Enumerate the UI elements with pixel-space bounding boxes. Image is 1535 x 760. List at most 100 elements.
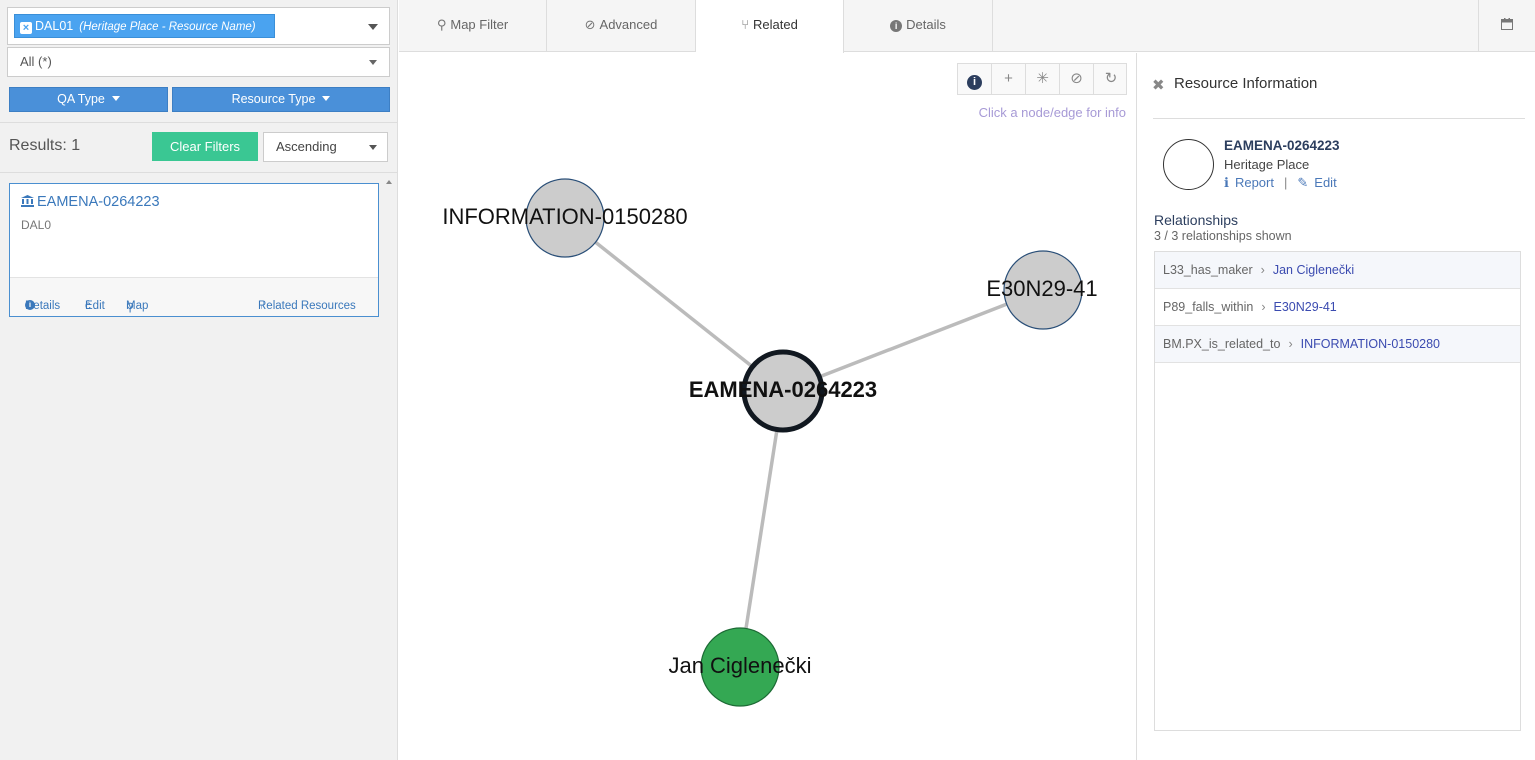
calendar-icon (1501, 18, 1513, 30)
graph-edge[interactable] (738, 390, 785, 668)
search-panel: × DAL01 (Heritage Place - Resource Name) A… (0, 0, 398, 760)
map-link-label: Map (126, 300, 149, 312)
divider (1153, 118, 1525, 119)
chevron-down-icon (369, 145, 377, 150)
divider (0, 122, 398, 123)
info-icon: i (967, 75, 982, 90)
hide-button[interactable]: ⊘ (1060, 64, 1094, 94)
plus-icon: + (1004, 70, 1013, 87)
tab-calendar[interactable] (1478, 0, 1535, 52)
graph-node-label: EAMENA-0264223 (689, 377, 877, 402)
separator: | (1283, 175, 1288, 190)
relationships-count: 3 / 3 relationships shown (1154, 229, 1292, 243)
close-icon[interactable]: ✖ (1152, 76, 1165, 94)
report-link-label: Report (1234, 175, 1274, 190)
result-title-link[interactable]: EAMENA-0264223 (21, 194, 160, 210)
resource-avatar (1163, 139, 1214, 190)
asterisk-icon: ✳ (1036, 70, 1049, 87)
resource-name: EAMENA-0264223 (1224, 138, 1340, 153)
search-token-description: (Heritage Place - Resource Name) (79, 21, 256, 33)
relationship-row[interactable]: L33_has_maker › Jan Ciglenečki (1155, 252, 1520, 289)
branch-icon: ⑂ (741, 17, 749, 32)
refresh-button[interactable]: ↻ (1094, 64, 1128, 94)
graph-edge[interactable] (563, 216, 785, 393)
graph-toolbar: i + ✳ ⊘ ↻ (957, 63, 1127, 95)
details-link-label: Details (25, 300, 61, 312)
tab-advanced[interactable]: ⊘ Advanced (547, 0, 696, 52)
relationship-object-link[interactable]: Jan Ciglenečki (1273, 263, 1354, 277)
graph-edge[interactable] (782, 288, 1044, 393)
resource-type: Heritage Place (1224, 157, 1310, 172)
graph-node-label: INFORMATION-0150280 (442, 204, 687, 229)
chevron-right-icon: › (1261, 300, 1266, 314)
results-count: Results: 1 (9, 137, 81, 154)
resource-type-label: Resource Type (231, 92, 316, 106)
tab-details-label: Details (906, 17, 946, 32)
resource-info-title: Resource Information (1174, 75, 1318, 92)
chevron-right-icon: › (1288, 337, 1293, 351)
tab-map-filter[interactable]: ⚲ Map Filter (399, 0, 547, 52)
qa-type-label: QA Type (57, 92, 105, 106)
result-card-footer: i Details ċ Edit ⚲ Map ⑂ Related Resources (10, 277, 378, 316)
scroll-up-icon[interactable] (386, 180, 392, 184)
report-link[interactable]: ℹ Report (1224, 175, 1274, 190)
relationship-predicate: L33_has_maker (1163, 263, 1253, 277)
chevron-down-icon (369, 60, 377, 65)
relationship-object-link[interactable]: E30N29-41 (1274, 300, 1337, 314)
resource-actions: ℹ Report | ✎ Edit (1224, 175, 1337, 191)
relationship-predicate: BM.PX_is_related_to (1163, 337, 1281, 351)
resource-type-button[interactable]: Resource Type (172, 87, 390, 112)
check-circle-icon: ⊘ (584, 17, 596, 32)
results-scrollbar[interactable] (381, 175, 397, 760)
graph-canvas[interactable]: INFORMATION-0150280 E30N29-41 Jan Ciglen… (399, 53, 1137, 760)
relationship-row[interactable]: P89_falls_within › E30N29-41 (1155, 289, 1520, 326)
info-icon: ℹ (1224, 175, 1229, 190)
tab-advanced-label: Advanced (599, 17, 658, 32)
chevron-right-icon: › (1260, 263, 1265, 277)
relationships-title: Relationships (1154, 212, 1239, 228)
search-input[interactable]: × DAL01 (Heritage Place - Resource Name) (7, 7, 390, 45)
remove-token-icon[interactable]: × (20, 22, 32, 34)
search-token: × DAL01 (Heritage Place - Resource Name) (14, 14, 275, 38)
museum-icon (21, 195, 34, 207)
info-button[interactable]: i (958, 64, 992, 94)
graph-node-label: Jan Ciglenečki (668, 653, 811, 678)
tab-related-label: Related (753, 17, 798, 32)
pencil-icon: ✎ (1297, 175, 1309, 190)
relationships-list: L33_has_maker › Jan Ciglenečki P89_falls_w… (1154, 251, 1521, 731)
relationship-row[interactable]: BM.PX_is_related_to › INFORMATION-0150280 (1155, 326, 1520, 363)
edit-link-label: Edit (85, 300, 105, 312)
chevron-down-icon (322, 96, 331, 101)
resource-info-panel: ✖ Resource Information EAMENA-0264223 He… (1138, 53, 1535, 760)
tab-map-filter-label: Map Filter (450, 17, 509, 32)
graph-node-label: E30N29-41 (986, 276, 1097, 301)
refresh-icon: ↻ (1104, 70, 1118, 87)
chevron-down-icon[interactable] (368, 24, 378, 30)
clear-filters-button[interactable]: Clear Filters (152, 132, 258, 161)
result-card[interactable]: EAMENA-0264223 DAL0 i Details ċ Edit ⚲ Map … (9, 183, 379, 317)
chevron-down-icon (111, 96, 120, 101)
related-graph[interactable]: INFORMATION-0150280 E30N29-41 Jan Ciglen… (399, 53, 1137, 760)
edit-link-label: Edit (1314, 175, 1337, 190)
qa-type-button[interactable]: QA Type (9, 87, 168, 112)
search-token-code: DAL01 (35, 19, 74, 33)
relationship-object-link[interactable]: INFORMATION-0150280 (1301, 337, 1440, 351)
relationship-predicate: P89_falls_within (1163, 300, 1254, 314)
result-title: EAMENA-0264223 (37, 194, 160, 210)
tab-related[interactable]: ⑂ Related (696, 0, 844, 53)
related-resources-label: Related Resources (258, 300, 356, 312)
map-marker-icon: ⚲ (436, 17, 447, 32)
edit-link[interactable]: ✎ Edit (1297, 175, 1336, 190)
scope-select[interactable]: All (*) (7, 47, 390, 77)
scope-select-value: All (*) (20, 54, 52, 69)
info-icon: i (890, 20, 903, 32)
graph-hint: Click a node/edge for info (978, 105, 1126, 120)
sort-order-value: Ascending (276, 139, 337, 154)
expand-button[interactable]: + (992, 64, 1026, 94)
sort-order-select[interactable]: Ascending (263, 132, 388, 162)
eye-slash-icon: ⊘ (1070, 70, 1083, 87)
divider (0, 172, 398, 173)
result-subtitle: DAL0 (21, 218, 52, 232)
tab-details[interactable]: i Details (844, 0, 993, 52)
layout-button[interactable]: ✳ (1026, 64, 1060, 94)
